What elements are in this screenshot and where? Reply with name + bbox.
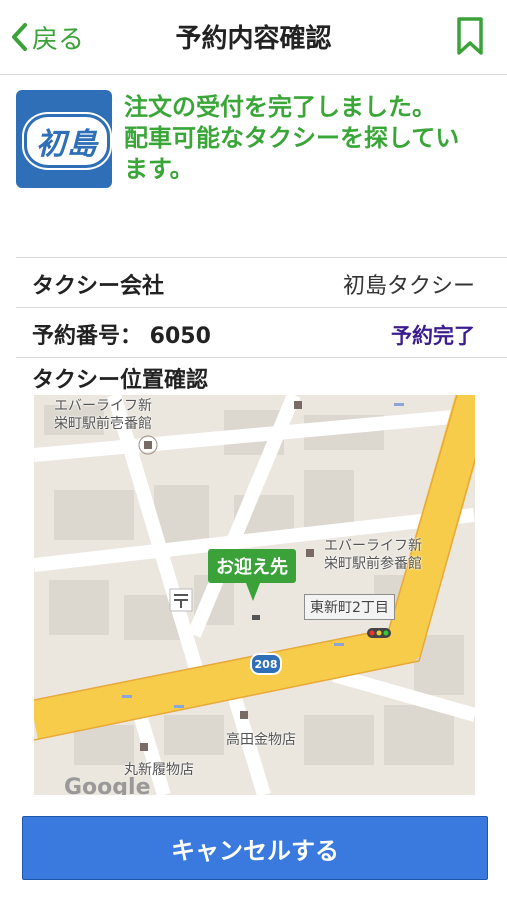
booking-row: 予約番号： 6050 予約完了 [16, 307, 507, 358]
company-row: タクシー会社 初島タクシー [16, 257, 507, 308]
bookmark-icon[interactable] [454, 16, 486, 56]
logo-text: 初島 [36, 127, 98, 162]
google-attribution: Google [64, 775, 151, 795]
post-office-icon [169, 588, 193, 612]
street-label: 東新町2丁目 [304, 594, 395, 620]
confirmation-message: 注文の受付を完了しました。 配車可能なタクシーを探してい ます。 [124, 92, 496, 185]
map-header-row: タクシー位置確認 [16, 357, 507, 394]
company-value: 初島タクシー [342, 274, 475, 299]
taxi-location-map[interactable]: エバーライフ新 栄町駅前壱番館 エバーライフ新 栄町駅前参番館 お迎え先 東新町… [34, 395, 475, 795]
pickup-marker[interactable]: お迎え先 [208, 549, 296, 601]
map-section-title: タクシー位置確認 [32, 368, 209, 393]
company-logo: 初島 [16, 90, 112, 188]
status-badge: 予約完了 [391, 324, 475, 348]
message-line-1: 注文の受付を完了しました。 [124, 93, 436, 121]
company-label: タクシー会社 [32, 274, 165, 299]
message-line-3: ます。 [124, 155, 194, 183]
route-shield: 208 [250, 653, 282, 675]
message-line-2: 配車可能なタクシーを探してい [124, 124, 460, 152]
cancel-button[interactable]: キャンセルする [22, 816, 488, 880]
map-poi-label-3: 高田金物店 [226, 732, 296, 748]
page-title: 予約内容確認 [175, 24, 332, 54]
navigation-bar: 戻る 予約内容確認 [0, 0, 507, 75]
map-poi-label-2: エバーライフ新 栄町駅前参番館 [324, 538, 422, 572]
booking-number: 予約番号： 6050 [32, 324, 211, 349]
map-poi-label-1: エバーライフ新 栄町駅前壱番館 [54, 398, 152, 432]
